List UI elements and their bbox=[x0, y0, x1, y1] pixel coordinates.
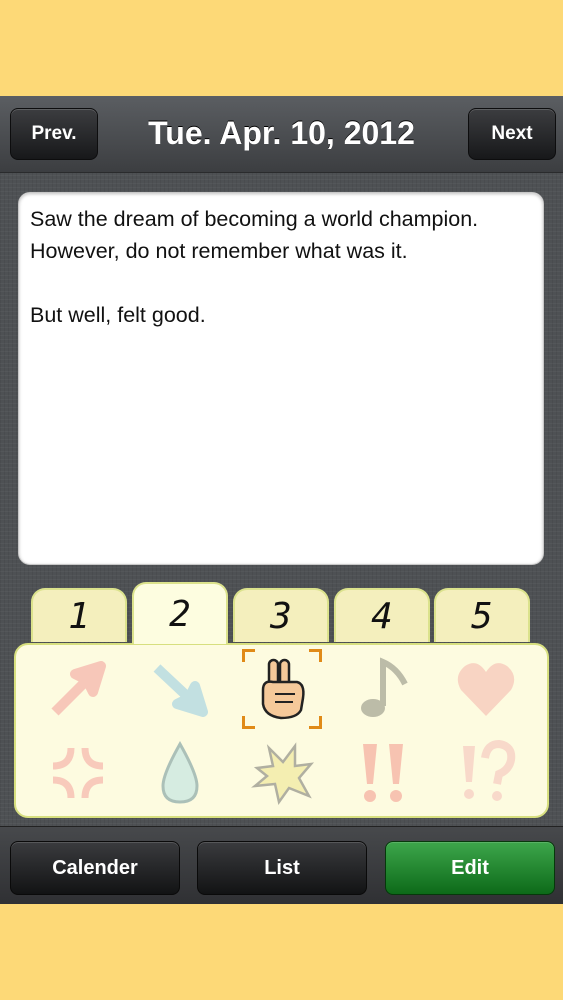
next-button[interactable]: Next bbox=[468, 108, 556, 160]
tab-1[interactable]: 1 bbox=[31, 588, 127, 642]
selection-corner bbox=[242, 649, 255, 662]
tab-5[interactable]: 5 bbox=[434, 588, 530, 642]
music-note-icon[interactable] bbox=[344, 649, 424, 729]
selection-corner bbox=[309, 649, 322, 662]
top-toolbar: Prev. Tue. Apr. 10, 2012 Next bbox=[0, 96, 563, 173]
edit-button[interactable]: Edit bbox=[385, 841, 555, 895]
prev-button[interactable]: Prev. bbox=[10, 108, 98, 160]
bottom-toolbar: Calender List Edit bbox=[0, 826, 563, 904]
arrow-down-right-icon[interactable] bbox=[140, 649, 220, 729]
selection-corner bbox=[242, 716, 255, 729]
burst-icon[interactable] bbox=[242, 733, 322, 813]
list-button[interactable]: List bbox=[197, 841, 367, 895]
exclamation-question-icon[interactable] bbox=[446, 733, 526, 813]
tab-4[interactable]: 4 bbox=[334, 588, 430, 642]
double-exclamation-icon[interactable] bbox=[344, 733, 424, 813]
water-drop-icon[interactable] bbox=[140, 733, 220, 813]
app-window: Prev. Tue. Apr. 10, 2012 Next Saw the dr… bbox=[0, 96, 563, 904]
anger-mark-icon[interactable] bbox=[38, 733, 118, 813]
note-text-area[interactable]: Saw the dream of becoming a world champi… bbox=[18, 192, 544, 565]
heart-icon[interactable] bbox=[446, 649, 526, 729]
calender-button[interactable]: Calender bbox=[10, 841, 180, 895]
peace-hand-icon[interactable] bbox=[242, 649, 322, 729]
selection-corner bbox=[309, 716, 322, 729]
arrow-up-right-icon[interactable] bbox=[38, 649, 118, 729]
tab-2[interactable]: 2 bbox=[132, 582, 228, 644]
tab-3[interactable]: 3 bbox=[233, 588, 329, 642]
date-title: Tue. Apr. 10, 2012 bbox=[148, 114, 415, 151]
sticker-panel bbox=[14, 643, 549, 818]
